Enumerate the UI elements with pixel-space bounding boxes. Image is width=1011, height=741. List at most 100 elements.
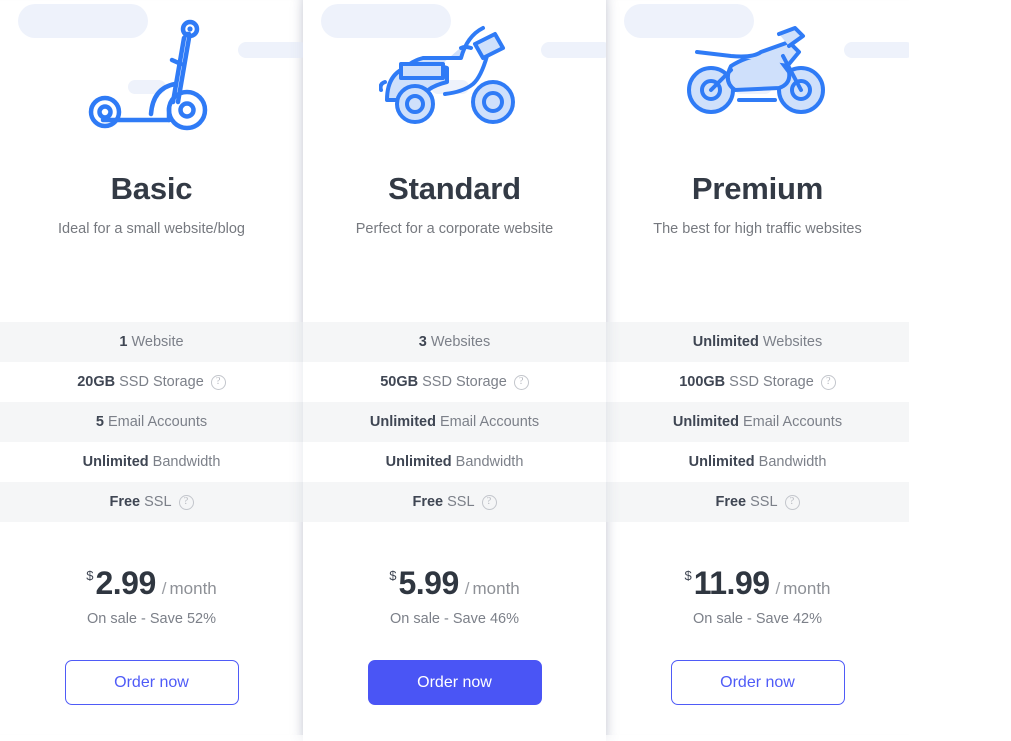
feature-value: 5 (95, 414, 104, 430)
plan-tagline: The best for high traffic websites (653, 221, 862, 237)
plan-card-premium: Premium The best for high traffic website… (606, 0, 909, 735)
feature-label: Email Accounts (439, 414, 540, 430)
feature-row: Unlimited Bandwidth (0, 442, 303, 482)
order-now-button-premium[interactable]: Order now (670, 660, 845, 705)
order-now-button-basic[interactable]: Order now (64, 660, 239, 705)
feature-row: Free SSL? (606, 482, 909, 522)
price-line: $5.99 /month (303, 567, 606, 599)
plan-heading-premium: Premium The best for high traffic website… (606, 148, 909, 322)
feature-label: SSL (750, 494, 778, 510)
feature-row: 1 Website (0, 322, 303, 362)
price-amount: 2.99 (95, 565, 156, 601)
pricing-table: Basic Ideal for a small website/blog 1 Webs… (0, 0, 1011, 741)
plan-card-list: Basic Ideal for a small website/blog 1 Webs… (0, 0, 911, 741)
feature-value: 20GB (77, 374, 116, 390)
feature-row: Free SSL? (303, 482, 606, 522)
feature-label: SSD Storage (422, 374, 507, 390)
feature-row: 100GB SSD Storage? (606, 362, 909, 402)
order-button-container: Order now (303, 653, 606, 705)
help-question-icon[interactable]: ? (513, 374, 529, 390)
plan-feature-list-premium: Unlimited Websites 100GB SSD Storage? Unlimi… (606, 322, 909, 522)
sale-note: On sale - Save 52% (87, 611, 216, 627)
feature-label: Websites (762, 334, 823, 350)
price-separator: / (464, 579, 470, 598)
feature-value: Unlimited (672, 414, 739, 430)
order-button-container: Order now (0, 653, 303, 705)
plan-feature-list-basic: 1 Website 20GB SSD Storage? 5 Email Accounts U… (0, 322, 303, 522)
feature-value: Unlimited (385, 454, 452, 470)
help-question-icon[interactable]: ? (820, 374, 836, 390)
plan-price-block-premium: $11.99 /month On sale - Save 42% (606, 522, 909, 653)
sale-note: On sale - Save 46% (390, 611, 519, 627)
feature-value: Free (412, 494, 444, 510)
plan-tagline: Ideal for a small website/blog (58, 221, 245, 237)
feature-row: Unlimited Bandwidth (606, 442, 909, 482)
currency-symbol: $ (86, 568, 94, 583)
feature-value: 3 (418, 334, 427, 350)
cloud-decoration-3 (844, 42, 909, 58)
feature-row: Unlimited Email Accounts (606, 402, 909, 442)
price-amount: 5.99 (398, 565, 459, 601)
feature-value: Free (109, 494, 141, 510)
feature-value: Free (715, 494, 747, 510)
feature-label: Websites (430, 334, 491, 350)
vespa-scooter-icon (378, 4, 531, 141)
plan-card-basic: Basic Ideal for a small website/blog 1 Webs… (0, 0, 303, 735)
feature-value: 100GB (679, 374, 726, 390)
cloud-decoration-3 (238, 42, 303, 58)
help-question-icon[interactable]: ? (784, 494, 800, 510)
feature-value: 50GB (380, 374, 419, 390)
plan-name: Basic (110, 171, 193, 206)
plan-card-standard: Standard Perfect for a corporate website 3… (303, 0, 606, 741)
price-separator: / (161, 579, 167, 598)
plan-name: Standard (388, 171, 521, 206)
feature-label: SSL (144, 494, 172, 510)
order-button-container: Order now (606, 653, 909, 705)
feature-label: Website (131, 334, 184, 350)
help-question-icon[interactable]: ? (481, 494, 497, 510)
plan-price-block-basic: $2.99 /month On sale - Save 52% (0, 522, 303, 653)
plan-price-block-standard: $5.99 /month On sale - Save 46% (303, 522, 606, 653)
plan-tagline: Perfect for a corporate website (355, 221, 554, 237)
plan-heading-basic: Basic Ideal for a small website/blog (0, 148, 303, 322)
feature-label: SSD Storage (119, 374, 204, 390)
feature-row: Unlimited Websites (606, 322, 909, 362)
plan-feature-list-standard: 3 Websites 50GB SSD Storage? Unlimited Email … (303, 322, 606, 522)
billing-period: month (783, 579, 831, 598)
price-amount: 11.99 (693, 565, 770, 601)
feature-row: Unlimited Email Accounts (303, 402, 606, 442)
feature-label: Bandwidth (152, 454, 221, 470)
currency-symbol: $ (389, 568, 397, 583)
feature-label: Email Accounts (742, 414, 843, 430)
sale-note: On sale - Save 42% (693, 611, 822, 627)
billing-period: month (169, 579, 217, 598)
feature-label: SSD Storage (729, 374, 814, 390)
price-separator: / (775, 579, 781, 598)
motorcycle-icon (679, 4, 837, 133)
feature-label: Email Accounts (107, 414, 208, 430)
plan-name: Premium (691, 171, 824, 206)
feature-value: Unlimited (688, 454, 755, 470)
feature-row: Free SSL? (0, 482, 303, 522)
price-line: $2.99 /month (0, 567, 303, 599)
help-question-icon[interactable]: ? (210, 374, 226, 390)
feature-row: 20GB SSD Storage? (0, 362, 303, 402)
currency-symbol: $ (684, 568, 692, 583)
plan-hero-standard (303, 0, 606, 148)
price-line: $11.99 /month (606, 567, 909, 599)
feature-value: Unlimited (82, 454, 149, 470)
order-now-button-standard[interactable]: Order now (367, 660, 542, 705)
feature-label: Bandwidth (455, 454, 524, 470)
plan-hero-basic (0, 0, 303, 148)
plan-hero-premium (606, 0, 909, 148)
feature-row: Unlimited Bandwidth (303, 442, 606, 482)
feature-label: SSL (447, 494, 475, 510)
feature-value: 1 (119, 334, 128, 350)
feature-value: Unlimited (692, 334, 759, 350)
feature-label: Bandwidth (758, 454, 827, 470)
billing-period: month (472, 579, 520, 598)
help-question-icon[interactable]: ? (178, 494, 194, 510)
kick-scooter-icon (77, 4, 227, 141)
cloud-decoration-3 (541, 42, 606, 58)
feature-row: 3 Websites (303, 322, 606, 362)
